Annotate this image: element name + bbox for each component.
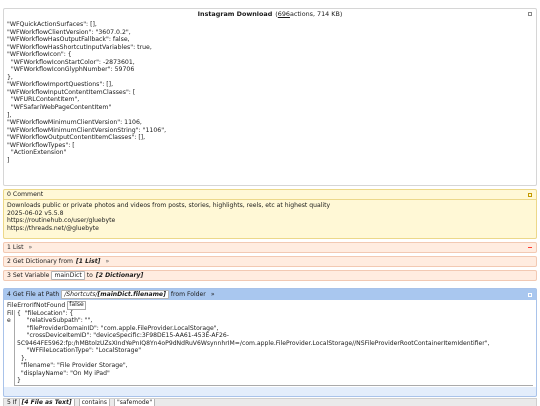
set-variable-action[interactable]: 3 Set Variable mainDict to [2 Dictionary… (3, 270, 537, 281)
path-token[interactable]: /Shortcuts/[mainDict.filename] (61, 290, 169, 299)
comment-line: https://threads.net/@gluebyte (7, 224, 99, 232)
to-label: to (86, 272, 93, 279)
list-variable-token[interactable]: [1 List] (76, 258, 100, 265)
actions-size-text: actions, 714 KB) (289, 10, 343, 18)
file-error-value[interactable]: false (67, 301, 86, 310)
expand-arrow-icon[interactable]: » (211, 291, 215, 298)
get-file-params: FileErrorIfNotFound false File { "fileLo… (4, 300, 536, 387)
comment-action: 0 Comment Downloads public or private ph… (3, 189, 537, 239)
list-action[interactable]: 1 List » (3, 242, 537, 253)
get-dictionary-label: 2 Get Dictionary from (7, 258, 73, 265)
get-file-action: 4 Get File at Path /Shortcuts/[mainDict.… (3, 288, 537, 397)
dictionary-variable-token[interactable]: [2 Dictionary] (96, 272, 143, 279)
set-variable-label: 3 Set Variable (7, 272, 50, 279)
comment-body: Downloads public or private photos and v… (4, 200, 536, 234)
expand-arrow-icon[interactable]: » (28, 244, 32, 251)
comment-line: 2025-06-02 v5.5.8 (7, 209, 64, 217)
shortcut-json-panel: Instagram Download ( 696 actions, 714 KB… (3, 8, 537, 186)
file-param-value[interactable]: { "fileLocation": { "relativeSubpath": "… (14, 309, 533, 386)
minus-icon[interactable] (528, 247, 532, 248)
comment-header-label: 0 Comment (7, 191, 44, 198)
shortcut-header: Instagram Download ( 696 actions, 714 KB… (4, 9, 536, 19)
file-error-param: FileErrorIfNotFound false (7, 301, 533, 310)
path-variable: [mainDict.filename] (97, 291, 166, 298)
collapse-icon[interactable] (528, 12, 532, 16)
collapse-icon[interactable] (528, 192, 532, 197)
file-param: File { "fileLocation": { "relativeSubpat… (7, 309, 533, 386)
shortcut-title: Instagram Download (197, 10, 273, 18)
workflow-json-text: "WFQuickActionSurfaces": [], "WFWorkflow… (7, 21, 167, 164)
get-file-label: 4 Get File at Path (7, 291, 60, 298)
get-dictionary-action[interactable]: 2 Get Dictionary from [1 List] » (3, 256, 537, 267)
comment-line: Downloads public or private photos and v… (7, 202, 331, 209)
from-folder-label: from Folder (170, 291, 206, 298)
path-prefix: /Shortcuts/ (64, 291, 98, 298)
collapse-icon[interactable] (528, 292, 532, 297)
action-count-link[interactable]: 696 (278, 10, 290, 18)
expand-arrow-icon[interactable]: » (105, 258, 109, 265)
get-file-header[interactable]: 4 Get File at Path /Shortcuts/[mainDict.… (4, 289, 536, 300)
comment-header[interactable]: 0 Comment (4, 190, 536, 200)
file-param-label: File (7, 309, 14, 325)
comment-line: https://routinehub.co/user/gluebyte (7, 217, 116, 225)
file-json-text: { "fileLocation": { "relativeSubpath": "… (17, 309, 490, 385)
list-action-label: 1 List (7, 244, 24, 251)
file-error-label: FileErrorIfNotFound (7, 301, 66, 309)
variable-name-token[interactable]: mainDict (51, 271, 85, 280)
